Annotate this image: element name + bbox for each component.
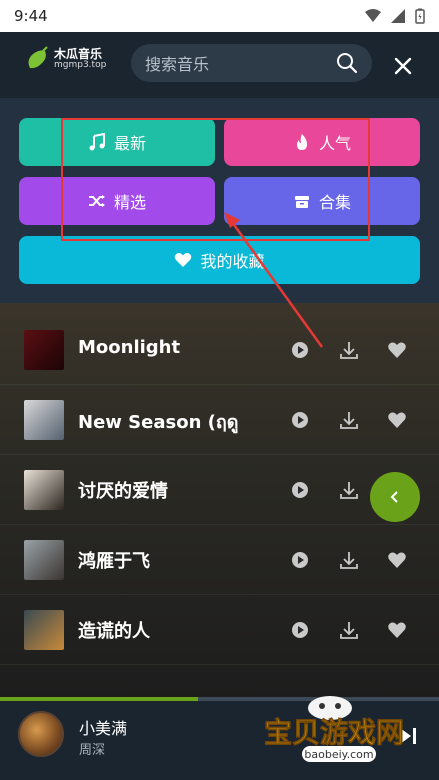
papaya-logo-icon: [28, 46, 48, 69]
collapse-button[interactable]: [370, 472, 420, 522]
chevron-left-icon: [390, 491, 398, 503]
fire-icon: [296, 134, 307, 150]
download-icon[interactable]: [339, 410, 359, 430]
play-icon[interactable]: [290, 410, 310, 430]
status-time: 9:44: [14, 7, 48, 25]
song-row[interactable]: Moonlight: [0, 315, 439, 385]
box-icon: [294, 196, 309, 208]
heart-icon[interactable]: [387, 410, 407, 430]
album-cover: [24, 610, 64, 650]
category-label: 合集: [318, 193, 351, 212]
now-playing-artist: 周深: [79, 743, 106, 758]
play-icon[interactable]: [290, 340, 310, 360]
category-featured-button[interactable]: 精选: [19, 177, 215, 225]
song-title: Moonlight: [78, 337, 181, 358]
search-input[interactable]: 搜索音乐: [131, 44, 372, 82]
logo-domain: mgmp3.top: [54, 59, 107, 70]
song-row[interactable]: 造谎的人: [0, 595, 439, 665]
song-title: 造谎的人: [78, 621, 150, 642]
song-title: 鸿雁于飞: [78, 551, 150, 572]
now-playing-cover: [18, 711, 64, 757]
status-bar: 9:44: [0, 0, 439, 32]
download-icon[interactable]: [339, 620, 359, 640]
shuffle-icon: [88, 195, 105, 207]
song-row[interactable]: New Season (ฤดูใบ: [0, 385, 439, 455]
song-row[interactable]: 鸿雁于飞: [0, 525, 439, 595]
download-icon[interactable]: [339, 480, 359, 500]
album-cover: [24, 540, 64, 580]
category-label: 人气: [318, 134, 351, 153]
search-icon[interactable]: [336, 52, 358, 74]
category-favorites-button[interactable]: 我的收藏: [19, 236, 420, 284]
search-placeholder: 搜索音乐: [145, 55, 210, 74]
download-icon[interactable]: [339, 550, 359, 570]
heart-icon[interactable]: [387, 340, 407, 360]
play-icon[interactable]: [290, 620, 310, 640]
category-label: 最新: [113, 134, 146, 153]
site-watermark: 宝贝游戏网 baobeiy.com: [264, 696, 404, 762]
app-header: 木瓜音乐 mgmp3.top 搜索音乐: [0, 32, 439, 98]
watermark-domain: baobeiy.com: [304, 748, 373, 761]
now-playing-title: 小美满: [79, 719, 128, 738]
wifi-icon: [365, 9, 381, 22]
category-latest-button[interactable]: 最新: [19, 118, 215, 166]
close-icon[interactable]: [390, 53, 416, 79]
category-label: 我的收藏: [200, 252, 265, 271]
album-cover: [24, 330, 64, 370]
signal-icon: [391, 9, 405, 23]
status-icons: [365, 8, 425, 24]
music-note-icon: [89, 133, 105, 151]
song-title: New Season (ฤดูใบ: [78, 412, 238, 433]
category-label: 精选: [113, 193, 146, 212]
category-collection-button[interactable]: 合集: [224, 177, 420, 225]
song-title: 讨厌的爱情: [78, 481, 168, 502]
heart-icon[interactable]: [387, 550, 407, 570]
heart-icon[interactable]: [387, 620, 407, 640]
battery-icon: [415, 8, 425, 24]
app-logo[interactable]: 木瓜音乐 mgmp3.top: [24, 46, 106, 72]
play-icon[interactable]: [290, 480, 310, 500]
download-icon[interactable]: [339, 340, 359, 360]
watermark-text: 宝贝游戏网: [264, 716, 404, 749]
logo-name: 木瓜音乐: [54, 46, 103, 61]
album-cover: [24, 470, 64, 510]
album-cover: [24, 400, 64, 440]
heart-icon: [175, 253, 192, 267]
play-icon[interactable]: [290, 550, 310, 570]
category-popular-button[interactable]: 人气: [224, 118, 420, 166]
